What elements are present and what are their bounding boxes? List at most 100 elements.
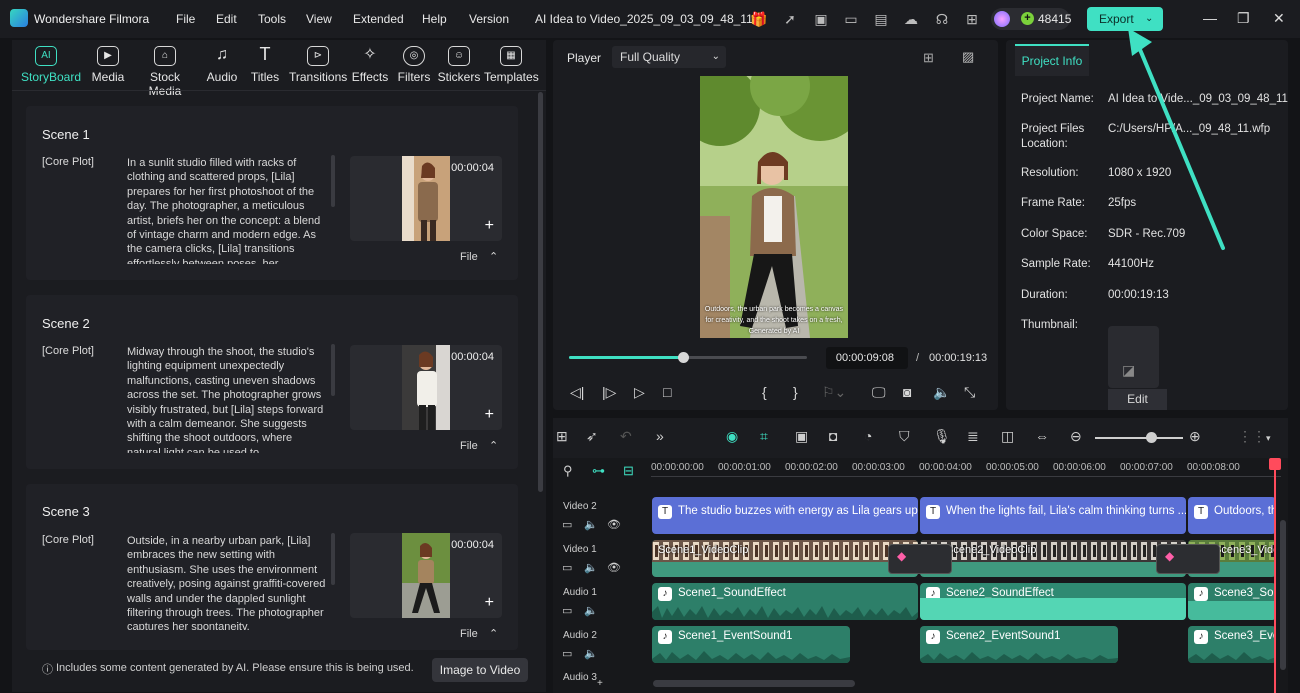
panel-scrollbar[interactable] [538, 92, 543, 492]
record-icon[interactable]: ◘ [829, 428, 837, 444]
display-icon[interactable]: 🖵 [872, 384, 886, 401]
audio-clip[interactable]: ♪ Scene2_EventSound1 [920, 626, 1118, 663]
minimize-icon[interactable]: — [1203, 10, 1217, 26]
eye-icon[interactable]: 👁 [607, 561, 621, 574]
microphone-icon[interactable]: 🎙 [933, 428, 951, 445]
camera-icon[interactable]: ◙ [903, 384, 911, 400]
audio-clip[interactable]: ♪ Scene1_SoundEffect [652, 583, 918, 620]
subtitle-icon[interactable]: ≣ [967, 428, 979, 445]
mark-out-icon[interactable]: } [793, 384, 798, 400]
link-icon[interactable]: ⊶ [592, 463, 605, 479]
zoom-in-icon[interactable]: ⊕ [1189, 428, 1201, 445]
previous-frame-icon[interactable]: ◁| [570, 384, 584, 401]
audio-clip[interactable]: ♪ Scene2_SoundEffect [920, 583, 1186, 620]
tab-project-info[interactable]: Project Info [1015, 44, 1089, 76]
scrollbar[interactable] [331, 344, 335, 396]
chevron-up-icon[interactable]: ⌃ [489, 250, 498, 263]
undo-icon[interactable]: ↶ [620, 428, 632, 445]
tool-media[interactable]: ▶ Media [83, 46, 133, 84]
scene-description[interactable]: Midway through the shoot, the studio's l… [127, 345, 327, 453]
add-icon[interactable]: + [485, 594, 494, 612]
tool-stickers[interactable]: ☺ Stickers [434, 46, 484, 84]
feedback-icon[interactable]: ▣ [812, 10, 830, 28]
ai-mate-icon[interactable]: ◉ [726, 428, 738, 445]
folder-icon[interactable]: ▭ [562, 647, 572, 660]
menu-help[interactable]: Help [422, 12, 447, 26]
timeline-horizontal-scrollbar[interactable] [653, 680, 855, 687]
add-track-icon[interactable]: + [597, 678, 603, 689]
grid-view-icon[interactable]: ⊞ [923, 50, 934, 66]
scene-thumbnail[interactable]: 00:00:04 + [350, 533, 502, 618]
maximize-icon[interactable]: ❐ [1237, 10, 1250, 27]
cloud-upload-icon[interactable]: ☁ [902, 10, 920, 28]
gift-icon[interactable]: 🎁 [750, 10, 768, 28]
menu-version[interactable]: Version [469, 12, 509, 26]
zoom-slider[interactable] [1095, 437, 1183, 439]
tool-transitions[interactable]: ⊳ Transitions [289, 46, 347, 84]
scrollbar[interactable] [331, 533, 335, 585]
transition-marker[interactable]: ◆ [1156, 544, 1220, 574]
menu-edit[interactable]: Edit [216, 12, 237, 26]
stop-icon[interactable]: □ [663, 384, 671, 400]
volume-icon[interactable]: 🔈 [933, 384, 950, 401]
chevron-up-icon[interactable]: ⌃ [489, 439, 498, 452]
file-dropdown[interactable]: File [460, 251, 478, 263]
playhead[interactable] [1274, 458, 1276, 693]
folder-icon[interactable]: ▭ [562, 518, 572, 531]
snapshot-image-icon[interactable]: ▨ [962, 49, 974, 65]
mark-in-icon[interactable]: { [762, 384, 767, 400]
add-credits-icon[interactable]: + [1021, 12, 1034, 25]
timeline-layout-icon[interactable]: ⋮⋮ [1238, 428, 1266, 445]
avatar[interactable] [994, 11, 1010, 27]
scene-thumbnail[interactable]: 00:00:04 + [350, 156, 502, 241]
scene-thumbnail[interactable]: 00:00:04 + [350, 345, 502, 430]
tool-effects[interactable]: ✧ Effects [345, 46, 395, 84]
menu-extended[interactable]: Extended [353, 12, 404, 26]
title-clip[interactable]: T Outdoors, th [1188, 497, 1276, 534]
zoom-out-icon[interactable]: ⊖ [1070, 428, 1082, 445]
file-dropdown[interactable]: File [460, 440, 478, 452]
send-icon[interactable]: ➚ [781, 10, 799, 28]
scene-description[interactable]: In a sunlit studio filled with racks of … [127, 156, 327, 264]
playhead-handle[interactable] [1269, 458, 1281, 470]
layout-grid-icon[interactable]: ⊞ [556, 428, 568, 445]
add-icon[interactable]: + [485, 217, 494, 235]
select-pointer-icon[interactable]: ➶ [586, 428, 598, 445]
zoom-slider-handle[interactable] [1146, 432, 1157, 443]
more-tools-icon[interactable]: » [656, 428, 664, 444]
save-icon[interactable]: ▤ [872, 10, 890, 28]
chevron-up-icon[interactable]: ⌃ [489, 627, 498, 640]
auto-reframe-icon[interactable]: ◫ [1001, 428, 1014, 445]
folder-icon[interactable]: ▭ [562, 561, 572, 574]
image-to-video-button[interactable]: Image to Video [432, 658, 528, 682]
apps-grid-icon[interactable]: ⊞ [963, 10, 981, 28]
headset-icon[interactable]: ☊ [933, 10, 951, 28]
add-icon[interactable]: + [485, 406, 494, 424]
track-manager-icon[interactable]: ⊟ [623, 463, 634, 479]
video-clip[interactable]: Scene2_VideoClip [920, 540, 1186, 577]
magnet-icon[interactable]: ⚲ [563, 463, 573, 479]
tool-storyboard[interactable]: AI StoryBoard [21, 46, 81, 84]
tool-titles[interactable]: T Titles [240, 45, 290, 84]
timeline-vertical-scrollbar[interactable] [1280, 520, 1286, 670]
video-preview[interactable] [700, 76, 848, 338]
audio-clip[interactable]: ♪ Scene3_Even [1188, 626, 1276, 663]
marker-icon[interactable]: ⚐⌄ [822, 384, 846, 401]
scrollbar[interactable] [331, 155, 335, 207]
audio-clip[interactable]: ♪ Scene3_Sou [1188, 583, 1276, 620]
file-dropdown[interactable]: File [460, 628, 478, 640]
scene-description[interactable]: Outside, in a nearby urban park, [Lila] … [127, 534, 327, 630]
mute-icon[interactable]: 🔈 [584, 647, 598, 660]
fit-icon[interactable]: ⇔ [1035, 428, 1049, 444]
mute-icon[interactable]: 🔈 [584, 518, 598, 531]
split-icon[interactable]: ⌗ [760, 428, 768, 445]
chevron-down-icon[interactable]: ▾ [1266, 433, 1271, 444]
title-clip[interactable]: T When the lights fail, Lila's calm think… [920, 497, 1186, 534]
speed-icon[interactable]: ◔ [864, 428, 872, 444]
mute-icon[interactable]: 🔈 [584, 604, 598, 617]
thumbnail-preview[interactable]: ◪ [1108, 326, 1159, 388]
folder-icon[interactable]: ▭ [562, 604, 572, 617]
transition-marker[interactable]: ◆ [888, 544, 952, 574]
fullscreen-icon[interactable]: ⤡ [964, 384, 975, 401]
layout-icon[interactable]: ▭ [842, 10, 860, 28]
